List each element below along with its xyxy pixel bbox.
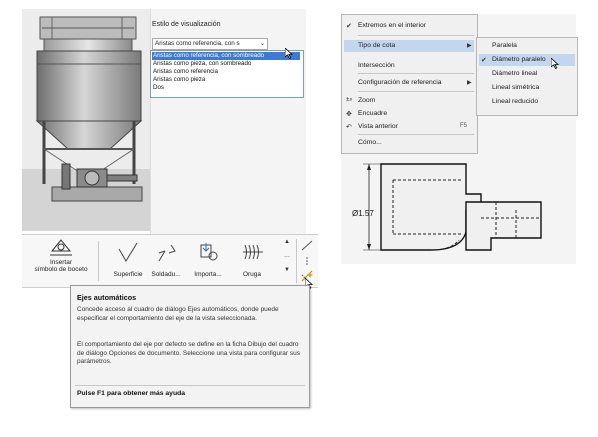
tooltip-description: Concede acceso al cuadro de diálogo Ejes… xyxy=(77,306,279,322)
tooltip-divider xyxy=(75,385,305,386)
check-icon: ✔ xyxy=(346,23,352,30)
menu-item-how-to[interactable]: Cómo... xyxy=(358,139,382,146)
menu-separator xyxy=(358,134,474,135)
shortcut-label: F5 xyxy=(460,123,468,129)
tooltip-help-hint: Pulse F1 para obtener más ayuda xyxy=(77,390,186,397)
import-label: Importa... xyxy=(194,271,222,278)
sketch-symbol-icon xyxy=(50,239,72,256)
chevron-down-icon: ⌄ xyxy=(259,41,265,47)
surface-symbol-icon xyxy=(118,242,138,262)
ribbon-separator xyxy=(98,241,99,281)
weld-symbol-icon xyxy=(158,244,176,262)
tooltip-description-2: El comportamiento del eje por defecto se… xyxy=(77,341,300,366)
display-style-option[interactable]: Aristas como referencia, con sombreado xyxy=(152,52,300,60)
chevron-right-icon: ▶ xyxy=(467,80,472,86)
caterpillar-button[interactable]: Oruga xyxy=(232,241,272,278)
display-style-label: Estilo de visualización xyxy=(152,21,221,28)
submenu-item-parallel-diameter[interactable]: Diámetro paralelo xyxy=(492,56,546,63)
cursor-icon xyxy=(284,47,294,61)
weld-label: Soldadu... xyxy=(151,271,181,278)
surface-label: Superficie xyxy=(113,271,143,278)
menu-item-zoom[interactable]: Zoom xyxy=(358,97,375,104)
menu-item-reference-config[interactable]: Configuración de referencia xyxy=(358,79,442,86)
menu-separator xyxy=(358,35,474,36)
weld-button[interactable]: Soldadu... xyxy=(146,241,186,278)
menu-item-previous-view[interactable]: Vista anterior xyxy=(358,123,398,130)
import-symbol-icon xyxy=(200,243,218,261)
dimension-type-submenu: Paralela ✔ Diámetro paralelo Diámetro li… xyxy=(476,37,578,116)
menu-separator xyxy=(358,91,474,92)
menu-item-dimension-type[interactable]: Tipo de cota xyxy=(358,42,395,49)
display-style-option[interactable]: Aristas como pieza, con sombreado xyxy=(153,60,251,68)
sketch-line-icon[interactable] xyxy=(300,239,314,253)
check-icon: ✔ xyxy=(481,57,487,64)
previous-view-icon: ↶ xyxy=(346,124,352,131)
menu-item-pan[interactable]: Encuadre xyxy=(358,110,387,117)
display-style-select[interactable]: Aristas como referencia, con s ⌄ xyxy=(152,38,268,50)
submenu-item-linear-diameter[interactable]: Diámetro lineal xyxy=(492,70,537,77)
submenu-item-parallel[interactable]: Paralela xyxy=(492,42,517,49)
display-style-option[interactable]: Aristas como referencia xyxy=(153,68,218,76)
menu-item-intersection[interactable]: Intersección xyxy=(358,62,395,69)
zoom-icon: ±⌕ xyxy=(346,97,353,103)
display-style-selected-value: Aristas como referencia, con s xyxy=(155,40,240,47)
insert-sketch-symbol-button[interactable]: Insertar símbolo de boceto xyxy=(30,237,92,273)
caterpillar-label: Oruga xyxy=(242,271,262,278)
diameter-dimension[interactable]: Ø1.57 xyxy=(352,209,374,218)
menu-item-ends-inside[interactable]: Extremos en el interior xyxy=(358,22,426,29)
display-style-dropdown-list: Aristas como referencia, con sombreado A… xyxy=(150,50,304,98)
insert-label: Insertar xyxy=(49,259,73,266)
tooltip-title: Ejes automáticos xyxy=(77,293,137,302)
sketch-symbol-label: símbolo de boceto xyxy=(34,266,88,273)
submenu-item-reduced-linear[interactable]: Lineal reducido xyxy=(492,98,538,105)
import-button[interactable]: Importa... xyxy=(188,241,228,278)
submenu-item-symmetric-linear[interactable]: Lineal simétrica xyxy=(492,84,539,91)
auto-axis-tooltip: Ejes automáticos Concede acceso al cuadr… xyxy=(70,285,310,408)
caterpillar-icon xyxy=(243,244,263,260)
annotation-ribbon: Insertar símbolo de boceto Superficie So… xyxy=(22,234,318,290)
menu-separator xyxy=(358,73,474,74)
pan-icon: ✥ xyxy=(346,111,352,118)
cursor-icon xyxy=(550,57,560,72)
display-style-option[interactable]: Aristas como pieza xyxy=(153,76,205,84)
part-drawing xyxy=(363,163,542,251)
context-menu: ✔ Extremos en el interior Tipo de cota ▶… xyxy=(341,14,478,154)
display-style-option[interactable]: Dos xyxy=(153,84,164,92)
ribbon-scroll[interactable]: ▲… ▼ xyxy=(284,239,290,274)
surface-button[interactable]: Superficie xyxy=(110,241,146,278)
ribbon-separator xyxy=(296,239,297,283)
dots-icon[interactable] xyxy=(300,255,314,269)
chevron-right-icon: ▶ xyxy=(467,43,472,49)
